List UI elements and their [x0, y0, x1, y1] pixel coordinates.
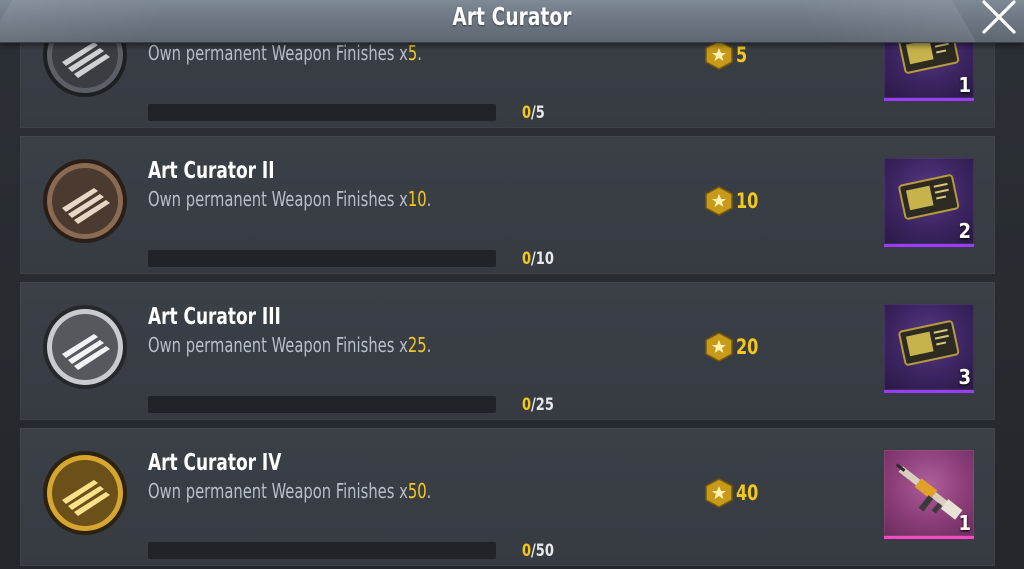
achievement-points: 5: [704, 40, 749, 70]
progress-text: 0/25: [522, 395, 554, 415]
progress-bar: [148, 396, 496, 413]
achievement-row[interactable]: Art Curator II Own permanent Weapon Fini…: [20, 136, 995, 274]
achievement-point-icon: [705, 332, 733, 362]
achievement-description: Own permanent Weapon Finishes x25.: [148, 333, 432, 357]
reward-item[interactable]: 2: [884, 158, 974, 247]
reward-quantity: 2: [958, 219, 971, 243]
reward-quantity: 1: [958, 73, 971, 97]
progress-text: 0/50: [522, 541, 554, 561]
progress-text: 0/5: [522, 103, 545, 123]
achievement-description: Own permanent Weapon Finishes x5.: [148, 41, 422, 65]
achievement-title: Art Curator II: [148, 158, 275, 184]
achievement-row[interactable]: Art Curator IV Own permanent Weapon Fini…: [20, 428, 995, 566]
reward-item[interactable]: 3: [884, 304, 974, 393]
achievement-point-icon: [705, 478, 733, 508]
achievement-row[interactable]: Art Curator III Own permanent Weapon Fin…: [20, 282, 995, 420]
dialog-header: Art Curator: [0, 0, 1024, 43]
close-icon: [982, 0, 1016, 34]
reward-quantity: 1: [958, 511, 971, 535]
achievement-title: Art Curator IV: [148, 450, 282, 476]
achievement-points: 40: [704, 478, 762, 508]
reward-quantity: 3: [958, 365, 971, 389]
progress-bar: [148, 104, 496, 121]
reward-item[interactable]: 1: [884, 450, 974, 539]
medal-icon: [42, 158, 128, 244]
progress-bar: [148, 542, 496, 559]
progress-text: 0/10: [522, 249, 554, 269]
achievement-list[interactable]: Own permanent Weapon Finishes x5. 0/5 5 …: [0, 0, 1024, 569]
progress-bar: [148, 250, 496, 267]
achievement-points: 10: [704, 186, 762, 216]
achievement-points: 20: [704, 332, 762, 362]
close-button[interactable]: [980, 0, 1016, 36]
dialog-title: Art Curator: [452, 2, 572, 31]
medal-icon: [42, 304, 128, 390]
achievement-description: Own permanent Weapon Finishes x50.: [148, 479, 432, 503]
achievement-point-icon: [705, 186, 733, 216]
achievement-title: Art Curator III: [148, 304, 281, 330]
achievement-point-icon: [705, 40, 733, 70]
medal-icon: [42, 450, 128, 536]
achievement-description: Own permanent Weapon Finishes x10.: [148, 187, 432, 211]
